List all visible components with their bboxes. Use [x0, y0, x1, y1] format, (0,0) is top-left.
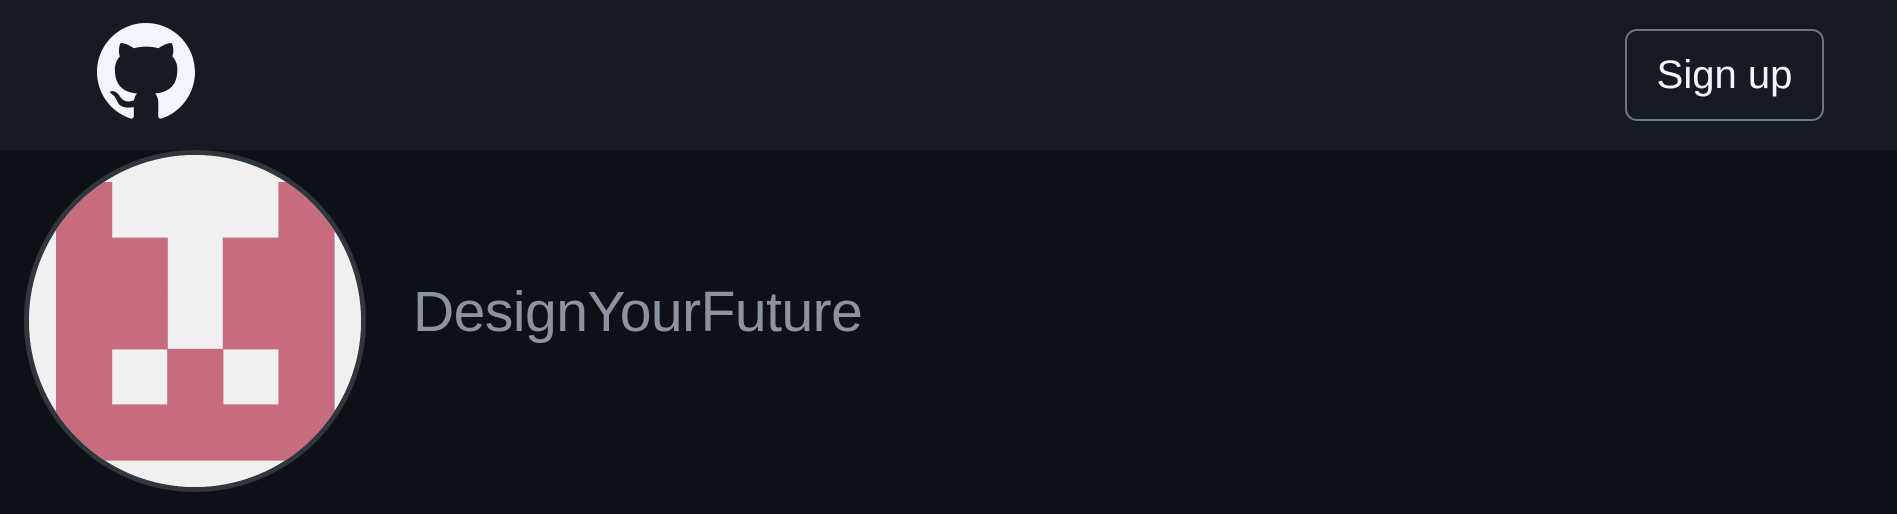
identicon-cell: [278, 348, 335, 405]
username: DesignYourFuture: [413, 280, 863, 344]
identicon-cell: [222, 404, 279, 461]
identicon-cell: [278, 182, 335, 239]
identicon-cell: [56, 237, 113, 294]
identicon-cell: [167, 348, 224, 405]
identicon-cell: [222, 293, 279, 350]
identicon-cell: [278, 404, 335, 461]
github-octocat-icon: [97, 23, 195, 119]
identicon-cell: [278, 293, 335, 350]
top-header: Sign up: [0, 0, 1897, 150]
identicon-cell: [56, 404, 113, 461]
identicon-cell: [111, 237, 168, 294]
identicon-cell: [56, 182, 113, 239]
avatar[interactable]: [24, 150, 366, 492]
identicon-cell: [56, 293, 113, 350]
page: Sign up DesignYourFuture: [0, 0, 1897, 514]
identicon-image: [29, 155, 361, 487]
identicon-cell: [111, 404, 168, 461]
identicon-cell: [222, 237, 279, 294]
identicon-cell: [167, 404, 224, 461]
identicon-cell: [278, 237, 335, 294]
identicon-cell: [111, 293, 168, 350]
identicon-cell: [56, 348, 113, 405]
github-logo-link[interactable]: [97, 23, 195, 121]
sign-up-button[interactable]: Sign up: [1625, 29, 1824, 121]
